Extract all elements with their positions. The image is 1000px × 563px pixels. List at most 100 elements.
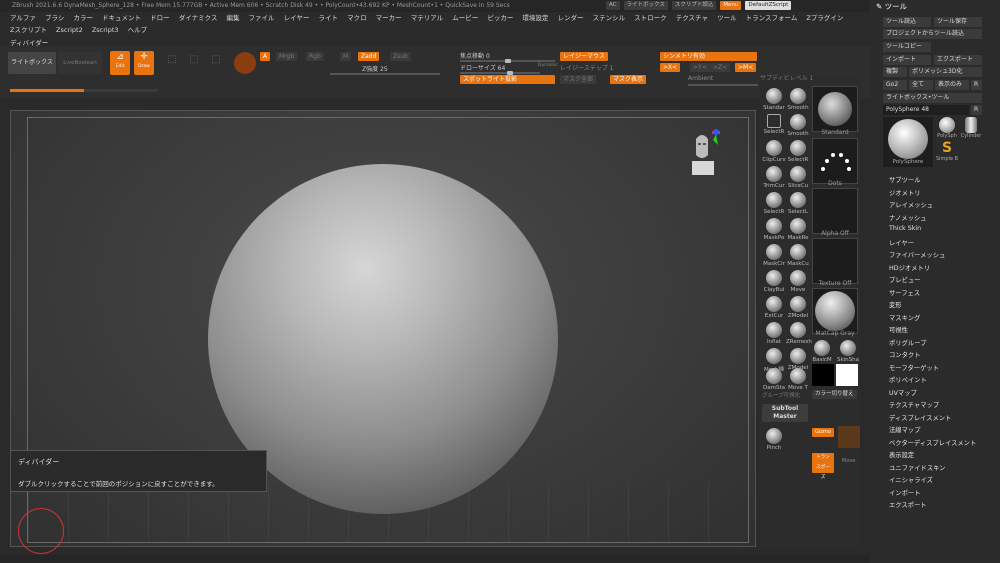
visible-button[interactable]: 表示のみ — [935, 80, 969, 90]
menu-file[interactable]: ファイル — [249, 14, 275, 22]
menu-arraymesh[interactable]: アレイメッシュ — [889, 200, 933, 209]
brush-select-rect-2[interactable]: SelectR — [786, 140, 810, 163]
menu-help[interactable]: ヘルプ — [128, 26, 148, 34]
script-load-button[interactable]: スクリプト読込 — [671, 1, 717, 10]
brush-smooth[interactable]: Smooth — [786, 88, 810, 111]
goz-r-button[interactable]: R — [971, 80, 982, 90]
menu-picker[interactable]: ピッカー — [487, 14, 513, 22]
stroke-swatch[interactable] — [812, 86, 858, 132]
default-zscript-button[interactable]: DefaultZScript — [745, 1, 792, 10]
brush-mask-rect[interactable]: MaskRe — [786, 218, 810, 241]
menu-contact[interactable]: コンタクト — [889, 350, 920, 359]
menu-preview[interactable]: プレビュー — [889, 275, 920, 284]
mask-show-button[interactable]: マスク表示 — [610, 75, 647, 84]
menu-zscript[interactable]: Zスクリプト — [10, 26, 47, 34]
menu-stencil[interactable]: ステンシル — [593, 14, 626, 22]
menu-masking[interactable]: マスキング — [889, 313, 920, 322]
menu-layer[interactable]: レイヤー — [284, 14, 310, 22]
lightbox-title-button[interactable]: ライトボックス — [623, 1, 668, 10]
all-button[interactable]: 全て — [909, 80, 933, 90]
menu-layers[interactable]: レイヤー — [889, 238, 914, 247]
menu-import[interactable]: インポート — [889, 488, 920, 497]
ac-button[interactable]: AC — [606, 1, 620, 10]
m-button[interactable]: M — [340, 52, 352, 61]
lightbox-tools-button[interactable]: ライトボックス•ツール — [883, 93, 982, 103]
menu-uv-map[interactable]: UVマップ — [889, 388, 917, 397]
rgb-button[interactable]: Rgb — [306, 52, 324, 61]
menu-geometry[interactable]: ジオメトリ — [889, 188, 920, 197]
brush-mask-curve[interactable]: MaskCu — [786, 244, 810, 267]
symmetry-button[interactable]: シンメトリ有効 — [660, 52, 757, 61]
menu-fibermesh[interactable]: ファイバーメッシュ — [889, 250, 945, 259]
sym-y-button[interactable]: >Y< — [690, 63, 710, 72]
brush-zmodeler[interactable]: ZModel — [786, 296, 810, 319]
goz-button[interactable]: Go2 — [883, 80, 907, 90]
subtool-master-button[interactable]: SubTool Master — [762, 404, 808, 422]
menu-polygroups[interactable]: ポリグループ — [889, 338, 926, 347]
menu-alpha[interactable]: アルファ — [10, 14, 36, 22]
menu-deformation[interactable]: 変形 — [889, 300, 902, 309]
copy-tool-button[interactable]: ツールコピー — [883, 42, 931, 52]
navigation-head-gizmo[interactable] — [690, 125, 726, 177]
brush-mask-circle[interactable]: MaskCir — [762, 244, 786, 267]
material-skinshade[interactable]: SkinSha — [836, 340, 860, 363]
current-tool-slider[interactable]: PolySphere 48 — [883, 105, 969, 115]
menu-unified-skin[interactable]: ユニファイドスキン — [889, 463, 945, 472]
color-toggle-button[interactable]: カラー切り替え — [812, 390, 857, 399]
sym-m-button[interactable]: >M< — [735, 63, 757, 72]
alpha-swatch[interactable] — [812, 188, 858, 234]
menu-zscript3[interactable]: Zscript3 — [92, 26, 119, 34]
brush-select-rect[interactable]: SelectR — [762, 114, 786, 135]
make-polymesh-button[interactable]: ポリメッシュ3D化 — [909, 67, 982, 77]
menu-dynamics[interactable]: ダイナミクス — [179, 14, 218, 22]
menu-button[interactable]: Menu — [720, 1, 742, 10]
transpose-button[interactable]: トランスポーズ — [812, 453, 834, 480]
menu-transform[interactable]: トランスフォーム — [746, 14, 798, 22]
menu-texture-map[interactable]: テクスチャマップ — [889, 400, 939, 409]
brush-pinch[interactable]: Pinch — [762, 428, 786, 451]
menu-displacement[interactable]: ディスプレイスメント — [889, 413, 951, 422]
brush-clip-curve[interactable]: ClipCurv — [762, 140, 786, 163]
a-button[interactable]: A — [260, 52, 271, 61]
brush-move-topological[interactable]: Move T — [786, 368, 810, 391]
main-color-black[interactable] — [812, 364, 834, 386]
import-button[interactable]: インポート — [883, 55, 931, 65]
brush-move[interactable]: Move — [786, 270, 810, 293]
save-as-button[interactable]: ツール保存 — [934, 17, 982, 27]
brush-inflate[interactable]: Inflat — [762, 322, 786, 345]
brush-zremesher[interactable]: ZRemesh — [786, 322, 812, 345]
brush-smooth-2[interactable]: Smooth — [786, 114, 810, 137]
menu-nanomesh[interactable]: ナノメッシュ — [889, 213, 926, 222]
menu-draw[interactable]: ドロー — [150, 14, 170, 22]
menu-movie[interactable]: ムービー — [452, 14, 478, 22]
menu-vector-displacement[interactable]: ベクターディスプレイスメント — [889, 438, 976, 447]
cylinder-thumb[interactable]: Cylinder — [959, 117, 983, 139]
dynamic-toggle[interactable]: Dynamic — [538, 63, 558, 68]
menu-morph-target[interactable]: モーフターゲット — [889, 363, 939, 372]
menu-subtool[interactable]: サブツール — [889, 175, 920, 184]
secondary-color-white[interactable] — [836, 364, 858, 386]
draw-size-slider[interactable] — [460, 72, 540, 74]
clone-button[interactable]: 複製 — [883, 67, 907, 77]
menu-zplugin[interactable]: Zプラグイン — [806, 14, 843, 22]
edit-button[interactable]: ⊿ Edit — [110, 51, 130, 75]
sym-x-button[interactable]: >X< — [660, 63, 681, 72]
menu-edit[interactable]: 編集 — [226, 14, 239, 22]
brush-damstandard[interactable]: DamSta — [762, 368, 786, 391]
rotate-button[interactable]: ⬚ — [208, 54, 224, 72]
menu-export[interactable]: エクスポート — [889, 500, 927, 509]
gizmo-button[interactable]: Gizmo — [812, 428, 834, 437]
menu-color[interactable]: カラー — [73, 14, 93, 22]
menu-polypaint[interactable]: ポリペイント — [889, 375, 927, 384]
menu-marker[interactable]: マーカー — [376, 14, 402, 22]
spotlight-button[interactable]: スポットライト投影 — [460, 75, 555, 84]
focal-shift-knob[interactable] — [505, 59, 511, 63]
menu-display-properties[interactable]: 表示設定 — [889, 450, 914, 459]
lightbox-button[interactable]: ライトボックス — [8, 52, 56, 74]
load-from-project-button[interactable]: プロジェクトからツール読込 — [883, 29, 982, 39]
load-tool-button[interactable]: ツール読込 — [883, 17, 931, 27]
export-button[interactable]: エクスポート — [934, 55, 982, 65]
brush-trim-curve[interactable]: TrimCur — [762, 166, 786, 189]
mask-all-button[interactable]: マスク全部 — [560, 75, 597, 84]
brush-extrude-curve[interactable]: ExtCur — [762, 296, 786, 319]
